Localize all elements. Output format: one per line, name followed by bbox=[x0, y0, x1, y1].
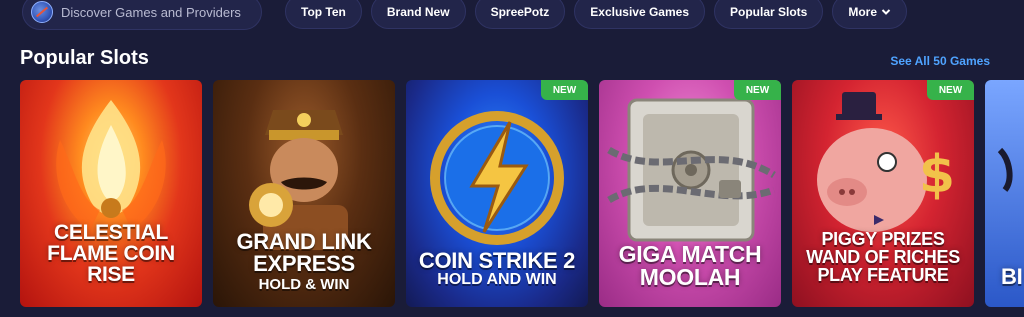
game-subtitle: HOLD AND WIN bbox=[437, 271, 557, 288]
game-title-line: FLAME COIN bbox=[47, 242, 175, 265]
game-title-line: MOOLAH bbox=[639, 264, 741, 290]
game-title-line: RISE bbox=[87, 263, 135, 286]
nav-label: SpreePotz bbox=[490, 4, 550, 19]
nav-top-ten[interactable]: Top Ten bbox=[285, 0, 362, 29]
game-title-line: COIN STRIKE 2 bbox=[418, 248, 576, 273]
section-title: Popular Slots bbox=[20, 47, 149, 69]
nav-brand-new[interactable]: Brand New bbox=[370, 0, 466, 29]
nav-spreepotz[interactable]: SpreePotz bbox=[474, 0, 566, 29]
game-card[interactable]: CELESTIAL FLAME COIN RISE bbox=[20, 80, 202, 307]
game-subtitle: HOLD & WIN bbox=[258, 276, 350, 293]
game-title-line: GIGA MATCH bbox=[618, 241, 762, 267]
game-title-line: BI bbox=[1001, 264, 1023, 289]
game-title-line: EXPRESS bbox=[253, 251, 355, 276]
game-carousel: CELESTIAL FLAME COIN RISE GRAND LINK EXP… bbox=[20, 80, 1024, 307]
game-title-line: PLAY FEATURE bbox=[817, 265, 949, 285]
game-title-line: PIGGY PRIZES bbox=[821, 229, 945, 249]
nav-more[interactable]: More bbox=[832, 0, 908, 29]
chevron-down-icon bbox=[881, 8, 891, 15]
search-input[interactable] bbox=[61, 4, 256, 20]
nav-label: Popular Slots bbox=[730, 4, 808, 19]
category-nav: Top Ten Brand New SpreePotz Exclusive Ga… bbox=[285, 0, 908, 29]
nav-label: Top Ten bbox=[301, 4, 346, 19]
nav-label: More bbox=[848, 4, 878, 19]
game-title-line: GRAND LINK bbox=[236, 229, 372, 254]
nav-label: Brand New bbox=[386, 4, 450, 19]
game-card[interactable]: $ NEW PIGGY PRIZES WAND OF RICHES PLAY F… bbox=[792, 80, 974, 307]
game-card[interactable]: GRAND LINK EXPRESS HOLD & WIN bbox=[213, 80, 395, 307]
new-badge: NEW bbox=[734, 80, 781, 100]
top-bar: Top Ten Brand New SpreePotz Exclusive Ga… bbox=[0, 0, 1024, 34]
game-card[interactable]: BI bbox=[985, 80, 1024, 307]
nav-popular-slots[interactable]: Popular Slots bbox=[714, 0, 824, 29]
new-badge: NEW bbox=[541, 80, 588, 100]
game-card[interactable]: NEW COIN STRIKE 2 HOLD AND WIN bbox=[406, 80, 588, 307]
game-title-line: WAND OF RICHES bbox=[806, 247, 960, 267]
new-badge: NEW bbox=[927, 80, 974, 100]
game-card[interactable]: NEW GIGA MATCH MOOLAH bbox=[599, 80, 781, 307]
svg-text:$: $ bbox=[919, 145, 955, 205]
game-title-line: CELESTIAL bbox=[54, 221, 168, 244]
see-all-link[interactable]: See All 50 Games bbox=[890, 54, 990, 68]
nav-exclusive-games[interactable]: Exclusive Games bbox=[574, 0, 705, 29]
nav-label: Exclusive Games bbox=[590, 4, 689, 19]
search-globe-icon bbox=[31, 1, 53, 23]
search-box[interactable] bbox=[22, 0, 262, 30]
